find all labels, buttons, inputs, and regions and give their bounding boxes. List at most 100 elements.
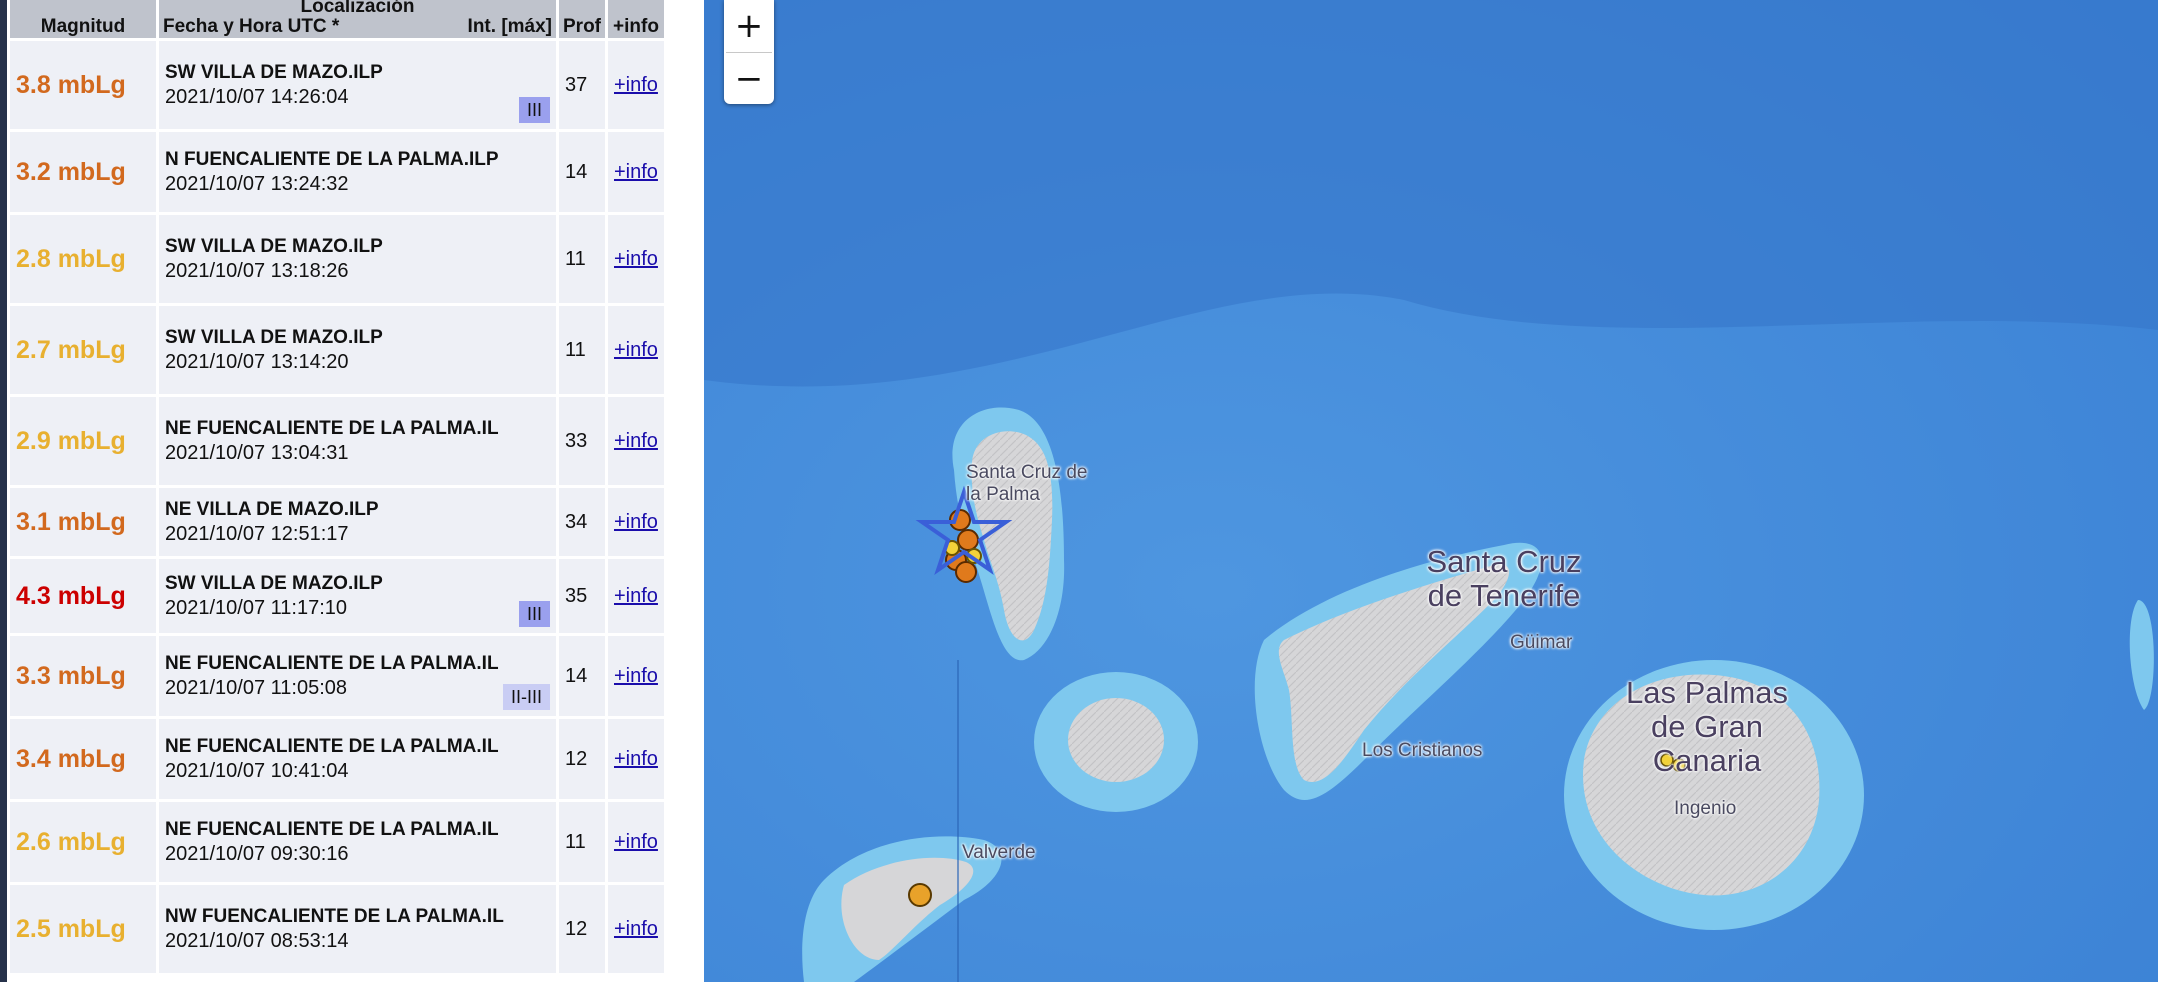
- info-cell: +info: [608, 636, 664, 716]
- location-name: NE FUENCALIENTE DE LA PALMA.IL: [165, 736, 499, 757]
- magnitude-cell: 2.9 mbLg: [10, 397, 156, 485]
- depth-cell: 33: [559, 397, 605, 485]
- location-cell: NE FUENCALIENTE DE LA PALMA.IL 2021/10/07…: [159, 636, 556, 716]
- location-cell: SW VILLA DE MAZO.ILP 2021/10/07 13:18:26: [159, 215, 556, 303]
- label-los-cristianos: Los Cristianos: [1362, 740, 1483, 761]
- depth-cell: 11: [559, 215, 605, 303]
- event-datetime: 2021/10/07 10:41:04: [165, 760, 349, 782]
- zoom-in-button[interactable]: +: [724, 0, 774, 52]
- map-canvas[interactable]: [704, 0, 2158, 982]
- info-cell: +info: [608, 397, 664, 485]
- label-guimar: Güimar: [1510, 632, 1573, 653]
- location-cell: NW FUENCALIENTE DE LA PALMA.IL 2021/10/07…: [159, 885, 556, 973]
- event-datetime: 2021/10/07 12:51:17: [165, 523, 349, 545]
- table-row: 2.6 mbLg NE FUENCALIENTE DE LA PALMA.IL 20…: [10, 802, 664, 882]
- label-santa-cruz-palma: Santa Cruz de la Palma: [966, 462, 1088, 505]
- magnitude-cell: 3.4 mbLg: [10, 719, 156, 799]
- more-info-link[interactable]: +info: [614, 748, 658, 770]
- table-row: 2.9 mbLg NE FUENCALIENTE DE LA PALMA.IL 20…: [10, 397, 664, 485]
- magnitude-cell: 3.2 mbLg: [10, 132, 156, 212]
- la-gomera-relief: [1068, 698, 1164, 782]
- location-name: N FUENCALIENTE DE LA PALMA.ILP: [165, 149, 499, 170]
- event-datetime: 2021/10/07 13:18:26: [165, 260, 349, 282]
- event-datetime: 2021/10/07 13:24:32: [165, 173, 349, 195]
- magnitude-cell: 3.8 mbLg: [10, 41, 156, 129]
- table-row: 2.5 mbLg NW FUENCALIENTE DE LA PALMA.IL 20…: [10, 885, 664, 973]
- quake-marker[interactable]: [908, 883, 932, 907]
- quake-marker[interactable]: [955, 561, 977, 583]
- event-datetime: 2021/10/07 08:53:14: [165, 930, 349, 952]
- depth-cell: 11: [559, 306, 605, 394]
- label-las-palmas: Las Palmas de Gran Canaria: [1602, 676, 1812, 778]
- more-info-link[interactable]: +info: [614, 918, 658, 940]
- more-info-link[interactable]: +info: [614, 74, 658, 96]
- header-location[interactable]: Localización Fecha y Hora UTC * Int. [má…: [159, 0, 556, 38]
- zoom-out-button[interactable]: −: [724, 53, 774, 105]
- more-info-link[interactable]: +info: [614, 511, 658, 533]
- table-row: 3.3 mbLg NE FUENCALIENTE DE LA PALMA.IL 20…: [10, 636, 664, 716]
- location-name: NW FUENCALIENTE DE LA PALMA.IL: [165, 906, 504, 927]
- zoom-control: + −: [724, 0, 774, 104]
- magnitude-cell: 2.8 mbLg: [10, 215, 156, 303]
- location-cell: NE VILLA DE MAZO.ILP 2021/10/07 12:51:17: [159, 488, 556, 556]
- more-info-link[interactable]: +info: [614, 585, 658, 607]
- label-ingenio: Ingenio: [1674, 798, 1737, 819]
- depth-cell: 14: [559, 636, 605, 716]
- table-header-row: Magnitud Localización Fecha y Hora UTC *…: [10, 0, 664, 38]
- magnitude-cell: 4.3 mbLg: [10, 559, 156, 633]
- magnitude-cell: 2.5 mbLg: [10, 885, 156, 973]
- depth-cell: 14: [559, 132, 605, 212]
- location-name: SW VILLA DE MAZO.ILP: [165, 62, 383, 83]
- more-info-link[interactable]: +info: [614, 248, 658, 270]
- label-santa-cruz-tenerife: Santa Cruz de Tenerife: [1404, 545, 1604, 613]
- location-name: NE FUENCALIENTE DE LA PALMA.IL: [165, 653, 499, 674]
- header-datetime: Fecha y Hora UTC *: [163, 16, 340, 37]
- event-datetime: 2021/10/07 11:05:08: [165, 677, 348, 699]
- location-name: NE FUENCALIENTE DE LA PALMA.IL: [165, 819, 499, 840]
- quake-marker[interactable]: [957, 529, 979, 551]
- header-depth[interactable]: Prof: [559, 0, 605, 38]
- header-location-label: Localización: [300, 0, 415, 17]
- more-info-link[interactable]: +info: [614, 831, 658, 853]
- info-cell: +info: [608, 559, 664, 633]
- intensity-badge: II-III: [503, 684, 550, 710]
- table-row: 4.3 mbLg SW VILLA DE MAZO.ILP 2021/10/07 1…: [10, 559, 664, 633]
- label-valverde: Valverde: [962, 842, 1036, 863]
- label-santa-cruz-tenerife-line1: Santa Cruz: [1426, 544, 1582, 579]
- intensity-badge: III: [518, 97, 550, 123]
- location-cell: NE FUENCALIENTE DE LA PALMA.IL 2021/10/07…: [159, 397, 556, 485]
- panel-edge: [0, 0, 7, 982]
- info-cell: +info: [608, 306, 664, 394]
- depth-cell: 34: [559, 488, 605, 556]
- label-santa-cruz-tenerife-line2: de Tenerife: [1427, 578, 1581, 613]
- header-info: +info: [608, 0, 664, 38]
- header-magnitude[interactable]: Magnitud: [10, 0, 156, 38]
- more-info-link[interactable]: +info: [614, 339, 658, 361]
- info-cell: +info: [608, 488, 664, 556]
- table-row: 3.1 mbLg NE VILLA DE MAZO.ILP 2021/10/07 1…: [10, 488, 664, 556]
- location-name: NE VILLA DE MAZO.ILP: [165, 499, 379, 520]
- table-row: 3.2 mbLg N FUENCALIENTE DE LA PALMA.ILP 20…: [10, 132, 664, 212]
- location-name: SW VILLA DE MAZO.ILP: [165, 236, 383, 257]
- intensity-badge: III: [518, 601, 550, 627]
- location-cell: SW VILLA DE MAZO.ILP 2021/10/07 11:17:10 I…: [159, 559, 556, 633]
- info-cell: +info: [608, 132, 664, 212]
- info-cell: +info: [608, 719, 664, 799]
- table-row: 3.4 mbLg NE FUENCALIENTE DE LA PALMA.IL 20…: [10, 719, 664, 799]
- magnitude-cell: 2.7 mbLg: [10, 306, 156, 394]
- location-cell: SW VILLA DE MAZO.ILP 2021/10/07 14:26:04 I…: [159, 41, 556, 129]
- depth-cell: 12: [559, 885, 605, 973]
- more-info-link[interactable]: +info: [614, 161, 658, 183]
- table-row: 2.8 mbLg SW VILLA DE MAZO.ILP 2021/10/07 1…: [10, 215, 664, 303]
- map-view[interactable]: + − Santa Cruz de la Palma Santa Cruz de…: [704, 0, 2158, 982]
- label-las-palmas-line2: de Gran: [1650, 709, 1763, 744]
- info-cell: +info: [608, 802, 664, 882]
- earthquake-table: Magnitud Localización Fecha y Hora UTC *…: [7, 0, 667, 976]
- more-info-link[interactable]: +info: [614, 430, 658, 452]
- more-info-link[interactable]: +info: [614, 665, 658, 687]
- event-datetime: 2021/10/07 09:30:16: [165, 843, 349, 865]
- location-cell: N FUENCALIENTE DE LA PALMA.ILP 2021/10/07…: [159, 132, 556, 212]
- location-name: NE FUENCALIENTE DE LA PALMA.IL: [165, 418, 499, 439]
- event-datetime: 2021/10/07 13:04:31: [165, 442, 349, 464]
- event-datetime: 2021/10/07 14:26:04: [165, 86, 349, 108]
